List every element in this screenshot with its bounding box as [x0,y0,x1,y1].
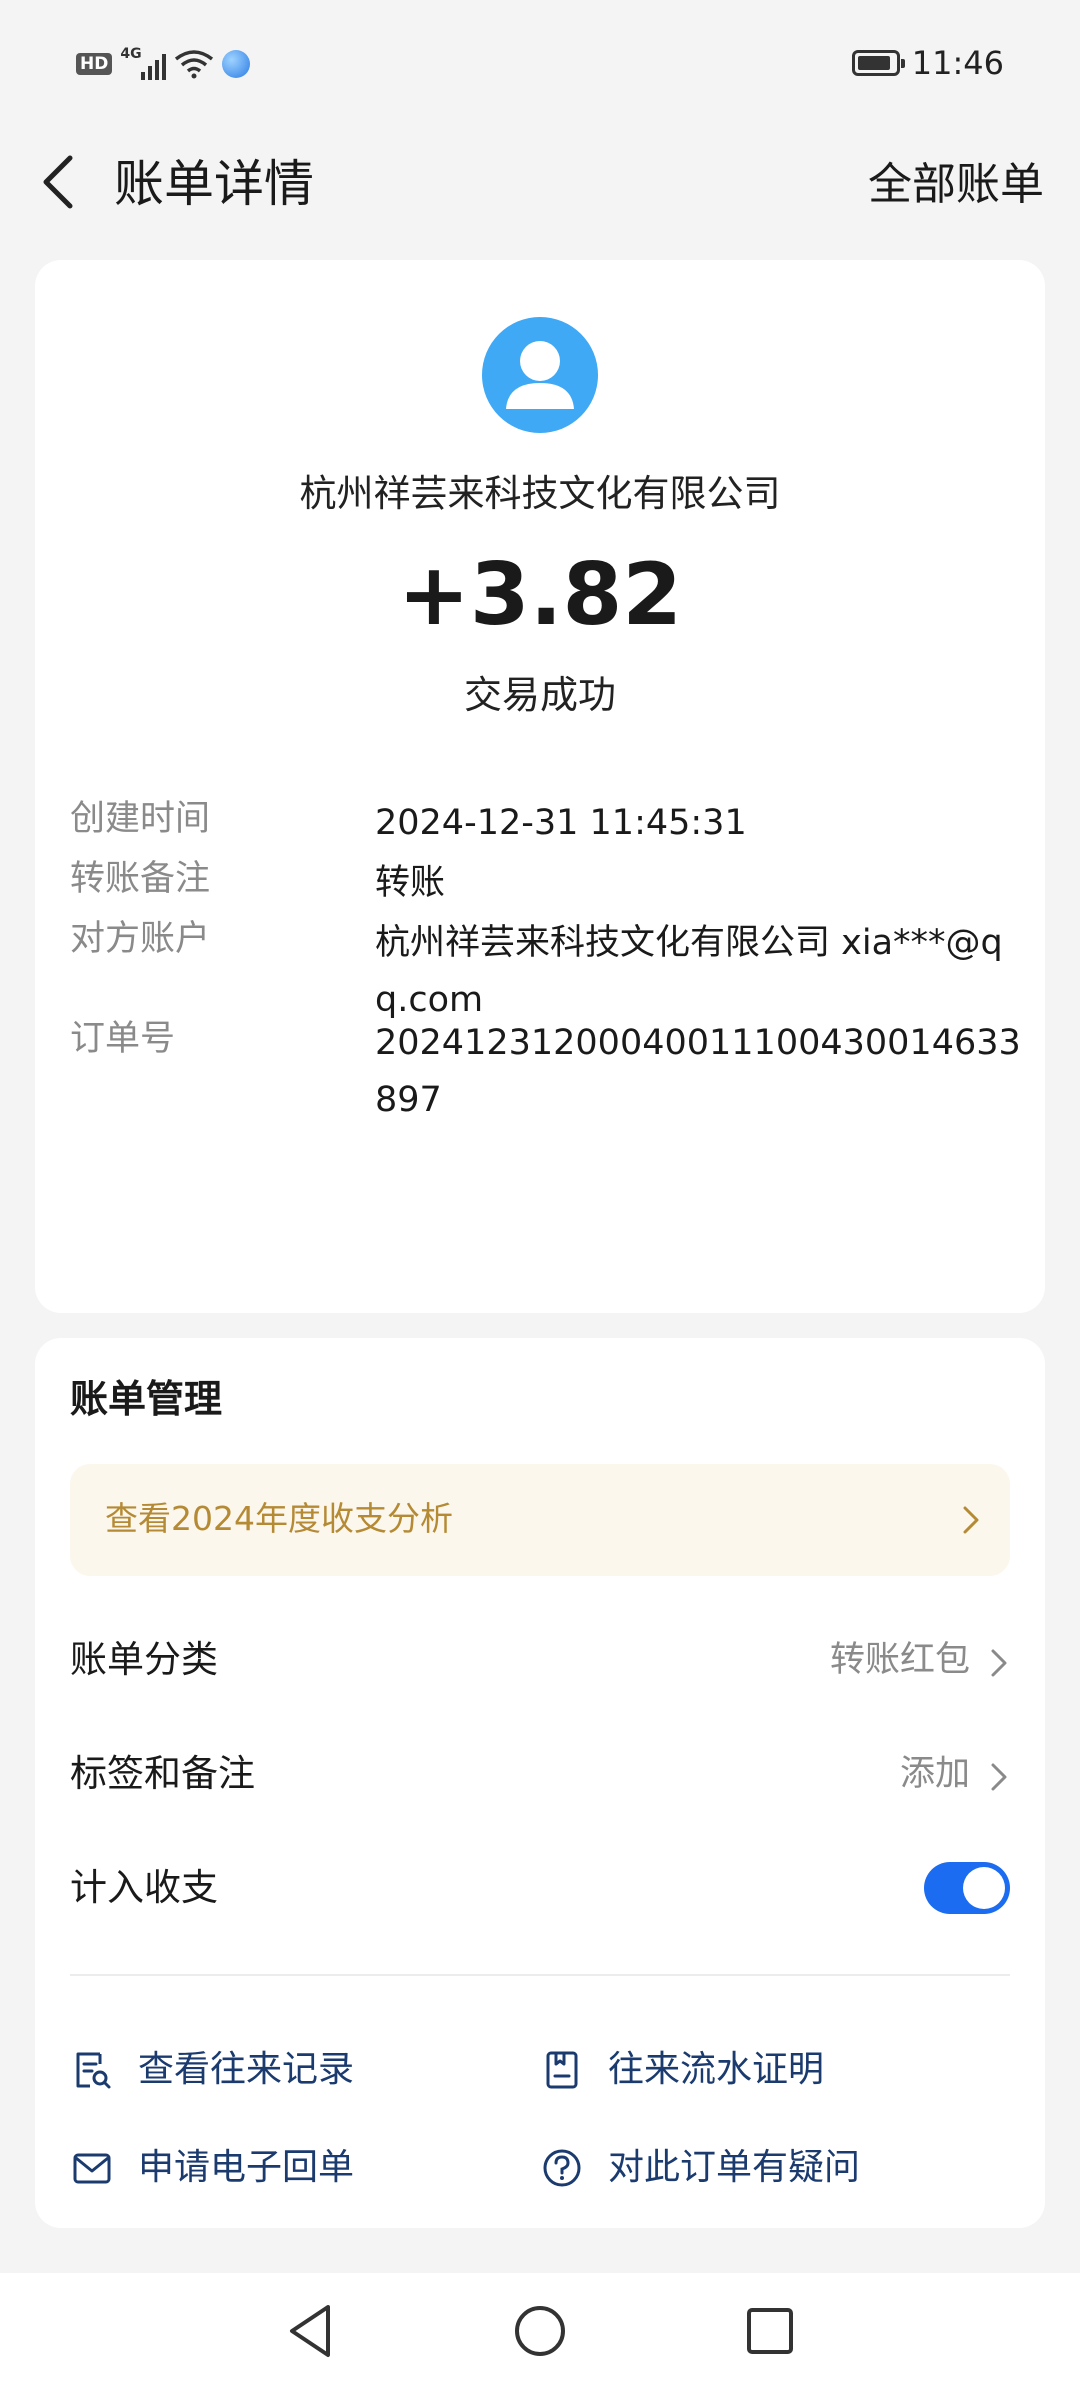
all-bills-button[interactable]: 全部账单 [868,158,1044,212]
system-navigation-bar [0,2273,1080,2388]
detail-value: 2024-12-31 11:45:31 [375,803,747,843]
recent-apps-square-icon[interactable] [742,2301,798,2361]
record-search-icon [76,2052,111,2089]
link-label: 查看往来记录 [138,2049,355,2090]
payee-name: 杭州祥芸来科技文化有限公司 [299,472,781,515]
app-notification-icon [222,50,251,78]
transaction-amount: +3.82 [397,545,683,645]
tags-remarks-row[interactable]: 标签和备注 添加 [70,1746,1010,1806]
row-label: 计入收支 [70,1866,218,1909]
banner-text: 查看2024年度收支分析 [105,1499,453,1538]
detail-label: 转账备注 [70,859,211,899]
count-in-budget-toggle[interactable] [924,1862,1010,1914]
home-circle-icon[interactable] [510,2301,570,2361]
divider [70,1974,1010,1976]
wifi-icon [175,50,214,79]
e-receipt-link[interactable]: 申请电子回单 [70,2138,354,2198]
question-icon [543,2149,581,2187]
bill-management-card: 账单管理 查看2024年度收支分析 账单分类 转账红包 标签和备注 添加 计入收… [35,1338,1045,2228]
row-value: 转账红包 [829,1640,970,1680]
view-history-link[interactable]: 查看往来记录 [70,2040,354,2100]
back-triangle-icon[interactable] [282,2301,338,2361]
statement-proof-link[interactable]: 往来流水证明 [540,2040,824,2100]
chevron-right-icon [991,1763,1007,1791]
link-label: 对此订单有疑问 [608,2147,861,2188]
page-title: 账单详情 [114,155,314,213]
navigation-bar: 账单详情 全部账单 [0,130,1080,240]
order-question-link[interactable]: 对此订单有疑问 [540,2138,860,2198]
count-in-budget-row: 计入收支 [70,1860,1010,1920]
user-icon [506,341,574,409]
detail-label: 对方账户 [70,919,211,959]
link-label: 申请电子回单 [138,2147,355,2188]
link-label: 往来流水证明 [608,2049,825,2090]
detail-label: 订单号 [70,1019,176,1059]
detail-label: 创建时间 [70,799,211,839]
detail-value[interactable]: 20241231200040011100430014633897 [375,1015,1025,1129]
detail-value: 转账 [375,863,446,903]
annual-analysis-banner[interactable]: 查看2024年度收支分析 [70,1464,1010,1576]
row-value: 添加 [899,1754,970,1794]
toggle-knob [963,1867,1005,1909]
status-time: 11:46 [911,44,1004,82]
bill-category-row[interactable]: 账单分类 转账红包 [70,1632,1010,1692]
battery-icon [851,50,905,76]
row-label: 账单分类 [70,1638,218,1681]
chevron-right-icon [991,1649,1007,1677]
status-bar: HD 4G 11:46 [0,0,1080,130]
detail-value: 杭州祥芸来科技文化有限公司 xia***@qq.com [375,923,1003,1020]
row-label: 标签和备注 [70,1752,255,1795]
hd-icon: HD [76,53,113,75]
chevron-right-icon [963,1506,979,1534]
signal-4g-icon: 4G [120,46,167,80]
transaction-card: 杭州祥芸来科技文化有限公司 +3.82 交易成功 创建时间 2024-12-31… [35,260,1045,1313]
avatar [482,317,598,433]
back-arrow-icon[interactable] [38,152,82,212]
statement-icon [546,2051,578,2089]
transaction-status: 交易成功 [463,673,616,717]
section-title: 账单管理 [70,1377,223,1421]
mail-icon [73,2153,111,2184]
